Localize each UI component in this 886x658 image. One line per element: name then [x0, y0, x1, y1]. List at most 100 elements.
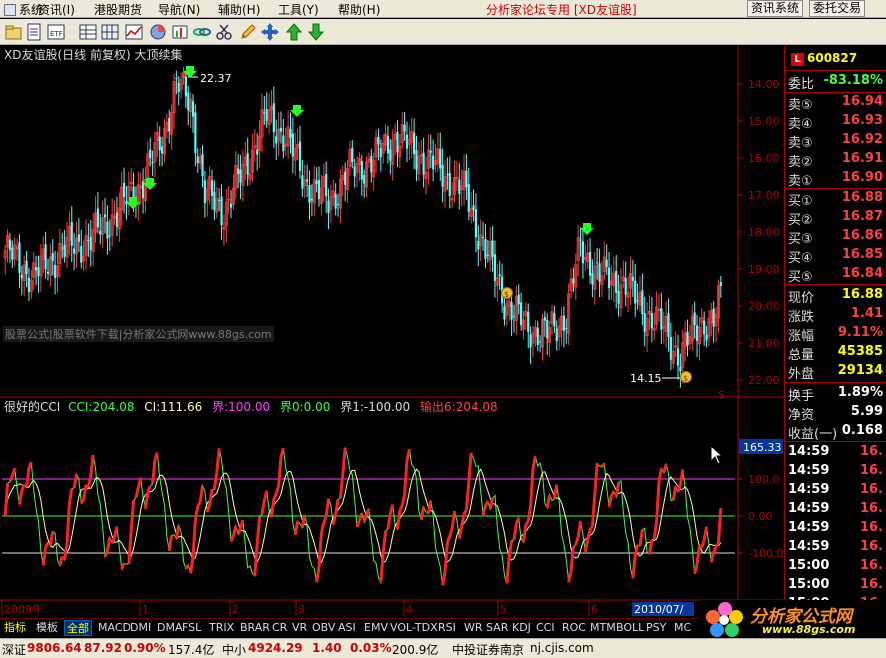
x-tick-label: 5 — [500, 603, 507, 616]
output-segment — [505, 556, 511, 584]
candle-body — [615, 271, 618, 293]
tab-emv[interactable]: EMV — [362, 620, 390, 636]
pencil-icon[interactable] — [238, 22, 258, 42]
scissors-icon[interactable] — [214, 22, 234, 42]
stock-code[interactable]: L 600827 — [791, 51, 857, 67]
tab-brar[interactable]: BRAR — [238, 620, 272, 636]
tab-cr[interactable]: CR — [270, 620, 289, 636]
tab-cci[interactable]: CCI — [534, 620, 557, 636]
output-segment — [65, 503, 71, 544]
chart-icon[interactable] — [124, 22, 144, 42]
cci-value: CCI:204.08 — [68, 400, 135, 414]
tick-time: 15:00 — [788, 577, 830, 592]
output-segment — [678, 469, 685, 486]
output-segment — [388, 504, 395, 514]
candle-body — [63, 244, 66, 257]
logo-url[interactable]: www.88gs.com — [762, 623, 855, 636]
arrow-down-icon[interactable] — [306, 22, 326, 42]
y-tick-label: 18.00 — [748, 226, 780, 239]
tab-kdj[interactable]: KDJ — [510, 620, 533, 636]
tab-boll[interactable]: BOLL — [614, 620, 646, 636]
tab-vol-tdx[interactable]: VOL-TDX — [388, 620, 440, 636]
output-segment — [614, 482, 621, 498]
tab-模板[interactable]: 模板 — [34, 620, 60, 636]
table-icon[interactable] — [78, 22, 98, 42]
output-segment — [3, 483, 10, 517]
broker-name: 中投证券南京 — [452, 643, 525, 657]
tick-row: 14:59 16. — [787, 501, 885, 520]
candle-body — [237, 168, 240, 175]
stat-row-value: 0.168 — [841, 423, 883, 438]
buy-level-3-value: 16.86 — [841, 228, 883, 243]
menu-navigate[interactable]: 导航(N) — [158, 1, 200, 18]
folder-icon[interactable] — [4, 22, 24, 42]
document-icon[interactable] — [24, 22, 44, 42]
menu-hk-futures[interactable]: 港股期货 — [94, 1, 142, 18]
candle-body — [301, 175, 304, 189]
sell-level-2-value: 16.91 — [841, 151, 883, 166]
tab-psy[interactable]: PSY — [644, 620, 668, 636]
candle-body — [486, 254, 489, 256]
output-segment — [20, 484, 26, 492]
chart-config-icon[interactable] — [170, 22, 190, 42]
output-segment — [274, 485, 281, 494]
sell-level-4-label: 卖④ — [788, 117, 813, 132]
stock-code-text: 600827 — [807, 51, 858, 65]
zx-index: 4924.29 — [248, 641, 303, 655]
menu-tools[interactable]: 工具(Y) — [278, 1, 319, 18]
output-segment — [600, 462, 606, 468]
output-segment — [184, 564, 190, 570]
candle-body — [588, 251, 592, 276]
link-icon[interactable] — [192, 22, 212, 42]
zx-amount: 200.9亿 — [392, 643, 439, 657]
candle-body — [54, 264, 57, 278]
info-system-button[interactable]: 资讯系统 — [747, 0, 804, 17]
output-segment — [58, 556, 64, 566]
tab-dmi[interactable]: DMI — [128, 620, 153, 636]
candle-body — [151, 162, 154, 164]
etf-icon[interactable]: ETF — [46, 22, 66, 42]
candle-body — [37, 267, 40, 277]
buy-level-2-label: 买② — [788, 213, 813, 228]
candle-body — [18, 242, 21, 273]
pie-icon[interactable] — [148, 22, 168, 42]
menu-assist[interactable]: 辅助(H) — [218, 1, 260, 18]
jie-value: 界:100.00 — [212, 400, 271, 414]
candle-body — [643, 313, 646, 332]
output-segment — [229, 535, 235, 543]
move-icon[interactable] — [260, 22, 280, 42]
grid-icon[interactable] — [100, 22, 120, 42]
candle-body — [177, 82, 180, 93]
tab-vr[interactable]: VR — [290, 620, 309, 636]
tab-指标[interactable]: 指标 — [2, 620, 28, 636]
tab-mc[interactable]: MC — [672, 620, 693, 636]
menu-info[interactable]: 资讯(I) — [38, 1, 75, 18]
tab-roc[interactable]: ROC — [560, 620, 588, 636]
tab-rsi[interactable]: RSI — [436, 620, 458, 636]
tick-time: 14:59 — [788, 520, 830, 535]
tab-obv[interactable]: OBV — [310, 620, 337, 636]
output-segment — [196, 501, 202, 508]
menu-help[interactable]: 帮助(H) — [338, 1, 380, 18]
tab-fsl[interactable]: FSL — [180, 620, 203, 636]
tab-sar[interactable]: SAR — [484, 620, 510, 636]
candle-body — [389, 149, 392, 161]
y-tick-label: 14.00 — [748, 78, 780, 91]
output-value: 输出6:204.08 — [420, 400, 498, 414]
candle-body — [96, 208, 100, 228]
output-segment — [80, 499, 85, 505]
tick-row: 14:59 16. — [787, 520, 885, 539]
candle-body — [115, 212, 119, 227]
tab-全部[interactable]: 全部 — [64, 620, 92, 636]
money-bag-glyph: $ — [504, 290, 509, 299]
zx-label: 中小 — [222, 643, 247, 657]
candle-body — [44, 244, 47, 270]
arrow-up-icon[interactable] — [284, 22, 304, 42]
tab-wr[interactable]: WR — [462, 620, 485, 636]
tab-trix[interactable]: TRIX — [207, 620, 236, 636]
candle-body — [61, 247, 64, 249]
tab-asi[interactable]: ASI — [336, 620, 358, 636]
candle-body — [510, 302, 513, 320]
candle-body — [667, 313, 670, 338]
trade-button[interactable]: 委托交易 — [809, 0, 866, 17]
